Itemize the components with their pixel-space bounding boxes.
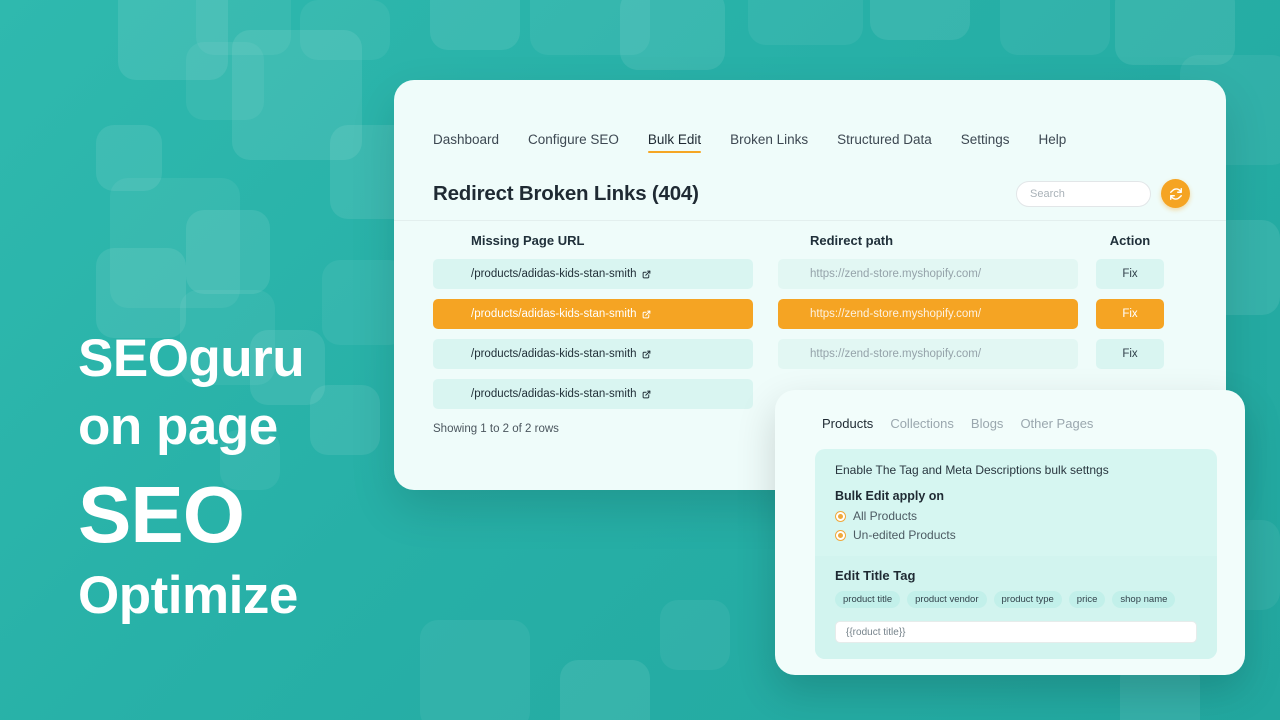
page-header-row: Redirect Broken Links (404) bbox=[394, 153, 1226, 208]
radio-option-un-edited-products[interactable]: Un-edited Products bbox=[835, 528, 1197, 542]
radio-icon[interactable] bbox=[835, 510, 846, 522]
hero-line-4: Optimize bbox=[78, 566, 298, 625]
refresh-icon bbox=[1169, 187, 1182, 200]
refresh-button[interactable] bbox=[1161, 179, 1190, 208]
chip-shop-name[interactable]: shop name bbox=[1112, 591, 1176, 608]
cell-redirect-path[interactable]: https://zend-store.myshopify.com/ bbox=[778, 259, 1078, 289]
fix-button[interactable]: Fix bbox=[1096, 339, 1164, 369]
hero-line-2: on page bbox=[78, 397, 278, 456]
bg-square bbox=[186, 42, 264, 120]
bulk-apply-label: Bulk Edit apply on bbox=[835, 489, 945, 503]
bg-square bbox=[870, 0, 970, 40]
cell-missing-page-url[interactable]: /products/adidas-kids-stan-smith bbox=[433, 259, 753, 289]
bulk-settings-panel: Enable The Tag and Meta Descriptions bul… bbox=[815, 449, 1217, 659]
nav-item-dashboard[interactable]: Dashboard bbox=[433, 132, 499, 153]
radio-label-all-products: All Products bbox=[853, 509, 918, 523]
tab-collections[interactable]: Collections bbox=[890, 416, 954, 431]
chip-price[interactable]: price bbox=[1068, 591, 1106, 608]
radio-icon[interactable] bbox=[835, 529, 846, 541]
external-link-icon[interactable] bbox=[642, 350, 651, 359]
radio-option-all-products[interactable]: All Products bbox=[835, 509, 1197, 523]
search-area bbox=[1016, 179, 1190, 208]
table-header-row: Missing Page URL Redirect path Action bbox=[433, 221, 1190, 259]
cell-missing-page-url[interactable]: /products/adidas-kids-stan-smith bbox=[433, 379, 753, 409]
variable-chips: product title product vendor product typ… bbox=[835, 591, 1197, 608]
cell-redirect-path[interactable]: https://zend-store.myshopify.com/ bbox=[778, 339, 1078, 369]
broken-links-table: Missing Page URL Redirect path Action /p… bbox=[394, 221, 1226, 409]
edit-title-tag-section: Edit Title Tag product title product ven… bbox=[815, 556, 1217, 659]
missing-url-text: /products/adidas-kids-stan-smith bbox=[471, 388, 637, 400]
page-title: Redirect Broken Links (404) bbox=[433, 181, 699, 205]
cell-redirect-path[interactable]: https://zend-store.myshopify.com/ bbox=[778, 299, 1078, 329]
column-header-redirect-path: Redirect path bbox=[810, 232, 894, 248]
table-row: /products/adidas-kids-stan-smith https:/… bbox=[433, 299, 1190, 329]
external-link-icon[interactable] bbox=[642, 270, 651, 279]
tab-blogs[interactable]: Blogs bbox=[971, 416, 1004, 431]
column-header-action: Action bbox=[1109, 232, 1151, 248]
hero-line-3: SEO bbox=[78, 470, 245, 559]
bg-square bbox=[420, 620, 530, 720]
chip-product-title[interactable]: product title bbox=[835, 591, 901, 608]
nav-item-help[interactable]: Help bbox=[1039, 132, 1067, 153]
table-row: /products/adidas-kids-stan-smith https:/… bbox=[433, 339, 1190, 369]
main-navigation: Dashboard Configure SEO Bulk Edit Broken… bbox=[394, 80, 1226, 153]
chip-product-vendor[interactable]: product vendor bbox=[907, 591, 987, 608]
enable-bulk-settings-text: Enable The Tag and Meta Descriptions bul… bbox=[835, 463, 1109, 477]
external-link-icon[interactable] bbox=[642, 310, 651, 319]
bg-square bbox=[748, 0, 863, 45]
external-link-icon[interactable] bbox=[642, 390, 651, 399]
chip-product-type[interactable]: product type bbox=[993, 591, 1062, 608]
bg-square bbox=[660, 600, 730, 670]
bg-square bbox=[300, 0, 390, 60]
tab-other-pages[interactable]: Other Pages bbox=[1020, 416, 1093, 431]
missing-url-text: /products/adidas-kids-stan-smith bbox=[471, 268, 637, 280]
edit-title-tag-label: Edit Title Tag bbox=[835, 568, 916, 583]
bg-square bbox=[1000, 0, 1110, 55]
bg-square bbox=[560, 660, 650, 720]
nav-item-bulk-edit[interactable]: Bulk Edit bbox=[647, 132, 702, 153]
hero-headline: SEOguru on page SEO Optimize bbox=[78, 325, 398, 629]
cell-missing-page-url[interactable]: /products/adidas-kids-stan-smith bbox=[433, 339, 753, 369]
hero-line-1: SEOguru bbox=[78, 329, 305, 388]
fix-button[interactable]: Fix bbox=[1096, 299, 1164, 329]
radio-label-un-edited-products: Un-edited Products bbox=[853, 528, 956, 542]
missing-url-text: /products/adidas-kids-stan-smith bbox=[471, 348, 637, 360]
tab-products[interactable]: Products bbox=[822, 416, 873, 431]
table-row: /products/adidas-kids-stan-smith https:/… bbox=[433, 259, 1190, 289]
bg-square bbox=[186, 210, 270, 294]
bulk-edit-overlay-card: Products Collections Blogs Other Pages E… bbox=[775, 390, 1245, 675]
search-input[interactable] bbox=[1016, 180, 1151, 207]
column-header-missing-page-url: Missing Page URL bbox=[471, 232, 585, 248]
nav-item-configure-seo[interactable]: Configure SEO bbox=[528, 132, 619, 153]
bulk-settings-section: Enable The Tag and Meta Descriptions bul… bbox=[815, 463, 1217, 542]
title-tag-input[interactable] bbox=[835, 621, 1197, 643]
cell-missing-page-url[interactable]: /products/adidas-kids-stan-smith bbox=[433, 299, 753, 329]
nav-item-settings[interactable]: Settings bbox=[961, 132, 1010, 153]
nav-item-structured-data[interactable]: Structured Data bbox=[837, 132, 932, 153]
missing-url-text: /products/adidas-kids-stan-smith bbox=[471, 308, 637, 320]
bg-square bbox=[430, 0, 520, 50]
bg-square bbox=[620, 0, 725, 70]
nav-item-broken-links[interactable]: Broken Links bbox=[730, 132, 808, 153]
fix-button[interactable]: Fix bbox=[1096, 259, 1164, 289]
overlay-tabs: Products Collections Blogs Other Pages bbox=[775, 390, 1245, 431]
